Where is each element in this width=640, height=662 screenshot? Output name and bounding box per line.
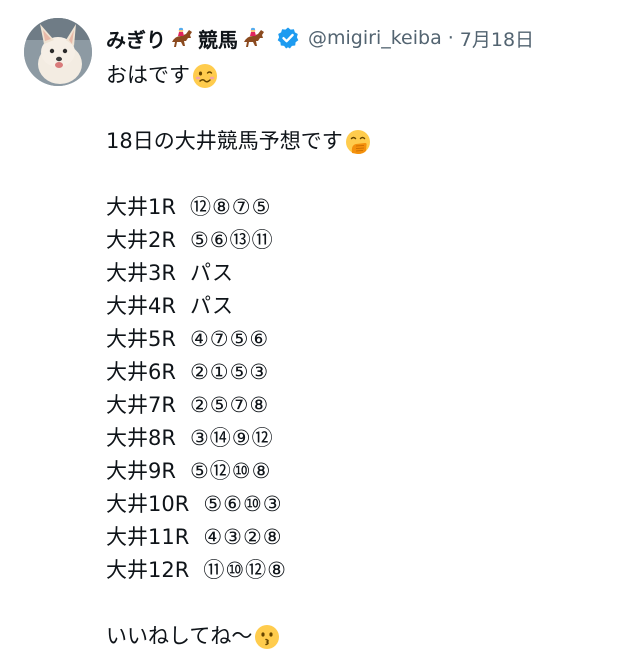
intro-line: 18日の大井競馬予想です: [106, 125, 371, 158]
race-name: 大井3R: [106, 261, 176, 285]
race-line: 大井7R ②⑤⑦⑧: [106, 389, 371, 422]
display-name-text: みぎり: [106, 27, 166, 52]
race-picks: ⑤⑥⑬⑪: [189, 228, 274, 252]
tweet-text: おはです 18日の大井競馬予想です 大井1R ⑫⑧⑦⑤ 大井2R ⑤⑥⑬⑪ 大井…: [106, 59, 371, 653]
tweet-meta: @migiri_keiba · 7月18日: [308, 25, 534, 52]
race-picks: ④⑦⑤⑥: [189, 327, 270, 351]
race-picks: ⑪⑩⑫⑧: [203, 558, 287, 582]
race-line: 大井8R ③⑭⑨⑫: [106, 422, 371, 455]
race-line: 大井2R ⑤⑥⑬⑪: [106, 224, 371, 257]
verified-badge-icon[interactable]: [276, 26, 300, 50]
race-line: 大井6R ②①⑤③: [106, 356, 371, 389]
race-line: 大井5R ④⑦⑤⑥: [106, 323, 371, 356]
woozy-face-icon: [192, 63, 218, 89]
race-name: 大井11R: [106, 525, 190, 549]
meta-separator: ·: [447, 27, 454, 49]
user-handle[interactable]: @migiri_keiba: [308, 27, 442, 49]
race-line: 大井4R パス: [106, 290, 371, 323]
intro-text: 18日の大井競馬予想です: [106, 129, 343, 153]
race-line: 大井12R ⑪⑩⑫⑧: [106, 554, 371, 587]
avatar[interactable]: [24, 18, 92, 86]
horse-racing-icon: [241, 26, 267, 50]
tweet[interactable]: みぎり 競馬 @migiri_keiba · 7月18日 おはです 18日の大井…: [0, 0, 640, 662]
race-name: 大井12R: [106, 558, 190, 582]
race-name: 大井9R: [106, 459, 176, 483]
race-name: 大井4R: [106, 294, 176, 318]
outro-line: いいねしてね〜: [106, 620, 371, 653]
race-line: 大井9R ⑤⑫⑩⑧: [106, 455, 371, 488]
race-line: 大井1R ⑫⑧⑦⑤: [106, 191, 371, 224]
race-picks: ⑫⑧⑦⑤: [189, 195, 272, 219]
race-name: 大井7R: [106, 393, 176, 417]
face-with-hand-over-mouth-icon: [345, 129, 371, 155]
race-name: 大井5R: [106, 327, 176, 351]
race-picks: パス: [189, 294, 234, 318]
greeting-line: おはです: [106, 59, 371, 92]
race-name: 大井8R: [106, 426, 176, 450]
race-picks: ③⑭⑨⑫: [189, 426, 274, 450]
tweet-date[interactable]: 7月18日: [460, 25, 534, 52]
outro-text: いいねしてね〜: [106, 624, 253, 648]
race-name: 大井1R: [106, 195, 176, 219]
race-picks: ②⑤⑦⑧: [189, 393, 270, 417]
race-line: 大井11R ④③②⑧: [106, 521, 371, 554]
race-list: 大井1R ⑫⑧⑦⑤ 大井2R ⑤⑥⑬⑪ 大井3R パス 大井4R パス 大井5R ④⑦⑤⑥ 大井6R…: [106, 191, 371, 587]
race-picks: ④③②⑧: [203, 525, 283, 549]
race-picks: ⑤⑥⑩③: [203, 492, 283, 516]
greeting-text: おはです: [106, 63, 190, 87]
race-picks: ②①⑤③: [189, 360, 270, 384]
race-line: 大井3R パス: [106, 257, 371, 290]
race-name: 大井6R: [106, 360, 176, 384]
race-picks: ⑤⑫⑩⑧: [189, 459, 272, 483]
race-picks: パス: [189, 261, 234, 285]
horse-racing-icon: [169, 26, 195, 50]
tweet-header: みぎり 競馬 @migiri_keiba · 7月18日: [106, 22, 534, 54]
kissing-face-icon: [254, 624, 280, 650]
race-name: 大井10R: [106, 492, 190, 516]
race-line: 大井10R ⑤⑥⑩③: [106, 488, 371, 521]
dog-avatar-icon: [24, 18, 92, 86]
race-name: 大井2R: [106, 228, 176, 252]
display-name[interactable]: みぎり 競馬: [106, 24, 300, 53]
display-name-suffix: 競馬: [198, 27, 238, 52]
